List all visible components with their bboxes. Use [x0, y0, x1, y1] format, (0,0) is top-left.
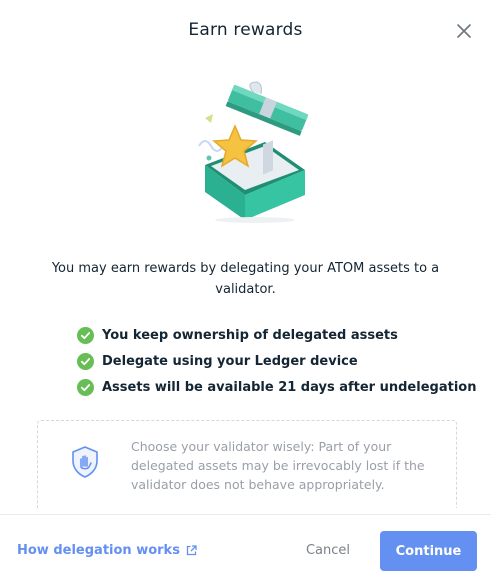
gift-box-illustration [198, 81, 309, 223]
rewards-description: You may earn rewards by delegating your … [51, 261, 440, 297]
continue-button[interactable]: Continue [380, 531, 477, 571]
validator-warning-box: Choose your validator wisely: Part of yo… [37, 420, 457, 508]
feature-list: You keep ownership of delegated assets D… [77, 322, 476, 400]
check-circle-icon [77, 326, 94, 344]
feature-item: Delegate using your Ledger device [77, 348, 476, 374]
cancel-button[interactable]: Cancel [296, 532, 360, 569]
feature-label: You keep ownership of delegated assets [102, 327, 398, 343]
how-delegation-works-link[interactable]: How delegation works [17, 543, 197, 558]
check-circle-icon [77, 378, 94, 396]
feature-label: Assets will be available 21 days after u… [102, 379, 477, 395]
modal-footer: How delegation works Cancel Continue [0, 514, 491, 581]
help-link-label: How delegation works [17, 543, 180, 558]
warning-text: Choose your validator wisely: Part of yo… [131, 439, 425, 492]
feature-item: You keep ownership of delegated assets [77, 322, 476, 348]
earn-rewards-modal: Earn rewards You may earn rewards by del… [0, 0, 491, 581]
modal-title: Earn rewards [188, 20, 303, 40]
feature-item: Assets will be available 21 days after u… [77, 374, 476, 400]
external-link-icon [186, 545, 197, 556]
shield-hand-icon [72, 446, 98, 478]
feature-label: Delegate using your Ledger device [102, 353, 358, 369]
close-icon[interactable] [455, 22, 473, 40]
check-circle-icon [77, 352, 94, 370]
